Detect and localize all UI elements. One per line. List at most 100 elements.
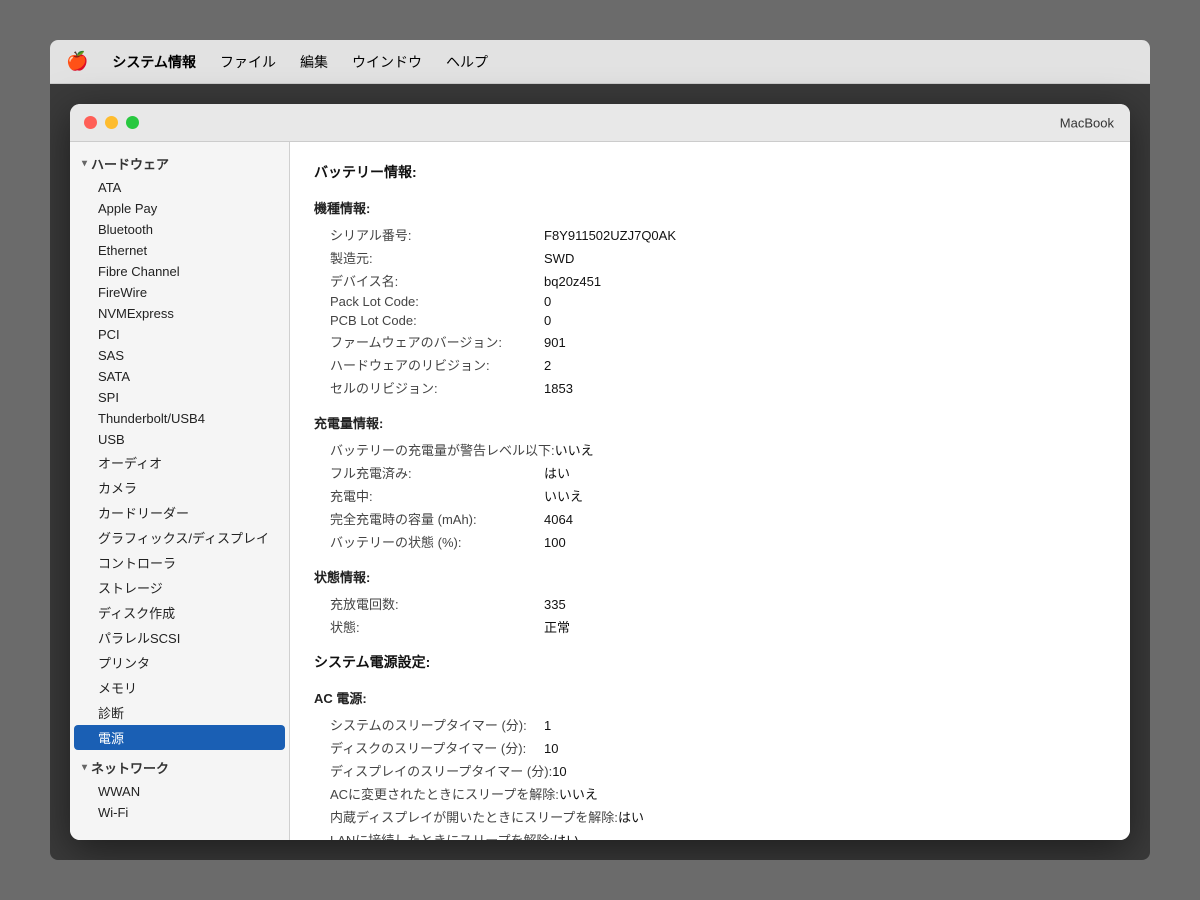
- main-content: バッテリー情報: 機種情報: シリアル番号: F8Y911502UZJ7Q0AK…: [290, 142, 1130, 840]
- sidebar-item-fibre-channel[interactable]: Fibre Channel: [70, 261, 289, 282]
- info-row: バッテリーの充電量が警告レベル以下: いいえ: [314, 440, 1106, 459]
- page-title: バッテリー情報:: [314, 162, 1106, 182]
- info-row: シリアル番号: F8Y911502UZJ7Q0AK: [314, 225, 1106, 244]
- hw-revision-value: 2: [544, 358, 551, 373]
- fully-charged-value: はい: [544, 463, 570, 482]
- title-bar: MacBook: [70, 104, 1130, 142]
- sidebar-item-sata[interactable]: SATA: [70, 366, 289, 387]
- info-row: 製造元: SWD: [314, 248, 1106, 267]
- info-row: LANに接続したときにスリープを解除: はい: [314, 830, 1106, 840]
- info-row: PCB Lot Code: 0: [314, 313, 1106, 328]
- info-row: フル充電済み: はい: [314, 463, 1106, 482]
- ac-wake-label: ACに変更されたときにスリープを解除:: [314, 784, 559, 803]
- network-section-header[interactable]: ▾ ネットワーク: [70, 754, 289, 781]
- battery-status-value: 100: [544, 535, 566, 550]
- sidebar-item-firewire[interactable]: FireWire: [70, 282, 289, 303]
- sidebar-item-pci[interactable]: PCI: [70, 324, 289, 345]
- full-capacity-value: 4064: [544, 512, 573, 527]
- cycle-count-value: 335: [544, 597, 566, 612]
- hw-revision-label: ハードウェアのリビジョン:: [314, 355, 544, 374]
- sidebar-item-disk[interactable]: ディスク作成: [70, 600, 289, 625]
- charging-value: いいえ: [544, 486, 583, 505]
- sidebar-item-power[interactable]: 電源: [74, 725, 285, 750]
- system-power-title: システム電源設定:: [314, 652, 1106, 672]
- device-name-label: デバイス名:: [314, 271, 544, 290]
- content-area: ▾ ハードウェア ATA Apple Pay Bluetooth Etherne…: [70, 142, 1130, 840]
- charge-info-block: 充電量情報: バッテリーの充電量が警告レベル以下: いいえ フル充電済み: はい…: [314, 413, 1106, 551]
- charge-info-title: 充電量情報:: [314, 413, 1106, 432]
- sidebar-item-storage[interactable]: ストレージ: [70, 575, 289, 600]
- sidebar-item-apple-pay[interactable]: Apple Pay: [70, 198, 289, 219]
- menu-file[interactable]: ファイル: [220, 52, 276, 72]
- sidebar-item-wwan[interactable]: WWAN: [70, 781, 289, 802]
- sidebar-item-sas[interactable]: SAS: [70, 345, 289, 366]
- sidebar-item-graphics[interactable]: グラフィックス/ディスプレイ: [70, 525, 289, 550]
- condition-value: 正常: [544, 617, 570, 636]
- warn-level-label: バッテリーの充電量が警告レベル以下:: [314, 440, 555, 459]
- sidebar-item-camera[interactable]: カメラ: [70, 475, 289, 500]
- hardware-section-label: ハードウェア: [91, 154, 169, 173]
- info-row: ファームウェアのバージョン: 901: [314, 332, 1106, 351]
- sidebar-item-memory[interactable]: メモリ: [70, 675, 289, 700]
- manufacturer-label: 製造元:: [314, 248, 544, 267]
- ac-power-title: AC 電源:: [314, 688, 1106, 707]
- sidebar-item-ata[interactable]: ATA: [70, 177, 289, 198]
- hardware-arrow-icon: ▾: [82, 158, 87, 169]
- info-row: セルのリビジョン: 1853: [314, 378, 1106, 397]
- info-row: ディスプレイのスリープタイマー (分): 10: [314, 761, 1106, 780]
- menu-help[interactable]: ヘルプ: [446, 52, 488, 72]
- battery-status-label: バッテリーの状態 (%):: [314, 532, 544, 551]
- cycle-count-label: 充放電回数:: [314, 594, 544, 613]
- firmware-value: 901: [544, 335, 566, 350]
- maximize-button[interactable]: [126, 116, 139, 129]
- disk-sleep-label: ディスクのスリープタイマー (分):: [314, 738, 544, 757]
- info-row: バッテリーの状態 (%): 100: [314, 532, 1106, 551]
- sidebar: ▾ ハードウェア ATA Apple Pay Bluetooth Etherne…: [70, 142, 290, 840]
- disk-sleep-value: 10: [544, 741, 558, 756]
- sidebar-item-nvmexpress[interactable]: NVMExpress: [70, 303, 289, 324]
- sidebar-item-printer[interactable]: プリンタ: [70, 650, 289, 675]
- menu-bar: 🍎 システム情報 ファイル 編集 ウインドウ ヘルプ: [50, 40, 1150, 84]
- hardware-section: ▾ ハードウェア ATA Apple Pay Bluetooth Etherne…: [70, 150, 289, 750]
- sidebar-item-diagnostics[interactable]: 診断: [70, 700, 289, 725]
- apple-menu-icon[interactable]: 🍎: [66, 51, 88, 72]
- sidebar-item-controller[interactable]: コントローラ: [70, 550, 289, 575]
- hardware-section-header[interactable]: ▾ ハードウェア: [70, 150, 289, 177]
- sidebar-item-bluetooth[interactable]: Bluetooth: [70, 219, 289, 240]
- machine-info-block: 機種情報: シリアル番号: F8Y911502UZJ7Q0AK 製造元: SWD…: [314, 198, 1106, 397]
- charging-label: 充電中:: [314, 486, 544, 505]
- pack-lot-label: Pack Lot Code:: [314, 294, 544, 309]
- sidebar-item-ethernet[interactable]: Ethernet: [70, 240, 289, 261]
- sidebar-item-parallel-scsi[interactable]: パラレルSCSI: [70, 625, 289, 650]
- display-sleep-value: 10: [552, 764, 566, 779]
- menu-edit[interactable]: 編集: [300, 52, 328, 72]
- device-name-value: bq20z451: [544, 274, 601, 289]
- sidebar-item-wifi[interactable]: Wi-Fi: [70, 802, 289, 823]
- info-row: ハードウェアのリビジョン: 2: [314, 355, 1106, 374]
- sidebar-item-usb[interactable]: USB: [70, 429, 289, 450]
- serial-label: シリアル番号:: [314, 225, 544, 244]
- serial-value: F8Y911502UZJ7Q0AK: [544, 228, 676, 243]
- close-button[interactable]: [84, 116, 97, 129]
- sidebar-item-thunderbolt[interactable]: Thunderbolt/USB4: [70, 408, 289, 429]
- sidebar-item-audio[interactable]: オーディオ: [70, 450, 289, 475]
- cell-revision-label: セルのリビジョン:: [314, 378, 544, 397]
- system-sleep-label: システムのスリープタイマー (分):: [314, 715, 544, 734]
- info-row: 状態: 正常: [314, 617, 1106, 636]
- menu-system-info[interactable]: システム情報: [112, 52, 196, 72]
- minimize-button[interactable]: [105, 116, 118, 129]
- ac-wake-value: いいえ: [559, 784, 598, 803]
- display-sleep-label: ディスプレイのスリープタイマー (分):: [314, 761, 552, 780]
- sidebar-item-card-reader[interactable]: カードリーダー: [70, 500, 289, 525]
- manufacturer-value: SWD: [544, 251, 574, 266]
- info-row: 内蔵ディスプレイが開いたときにスリープを解除: はい: [314, 807, 1106, 826]
- cell-revision-value: 1853: [544, 381, 573, 396]
- app-window: MacBook ▾ ハードウェア ATA Apple Pay Bluetooth…: [70, 104, 1130, 840]
- firmware-label: ファームウェアのバージョン:: [314, 332, 544, 351]
- lan-wake-label: LANに接続したときにスリープを解除:: [314, 830, 553, 840]
- sidebar-item-spi[interactable]: SPI: [70, 387, 289, 408]
- menu-window[interactable]: ウインドウ: [352, 52, 422, 72]
- window-title: MacBook: [1060, 115, 1114, 130]
- info-row: 完全充電時の容量 (mAh): 4064: [314, 509, 1106, 528]
- network-section-label: ネットワーク: [91, 758, 169, 777]
